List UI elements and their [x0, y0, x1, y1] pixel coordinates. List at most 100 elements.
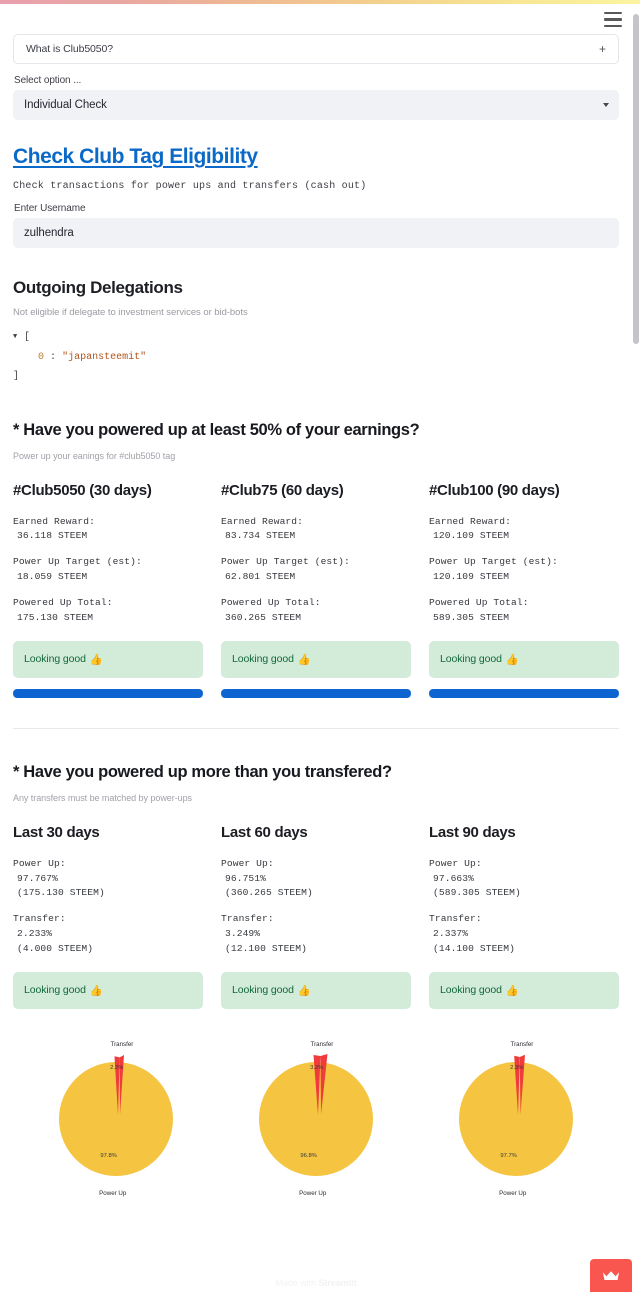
club-column: #Club100 (90 days) Earned Reward: 120.10…	[429, 482, 619, 698]
progress-bar	[221, 688, 411, 698]
footer-prefix: Made with	[275, 1278, 319, 1288]
hamburger-bar	[604, 18, 622, 21]
json-value: "japansteemit"	[62, 351, 147, 363]
app-root: What is Club5050? + Select option ... In…	[0, 0, 640, 1296]
period-stats: Power Up: 97.663% (589.305 STEEM) Transf…	[429, 857, 619, 957]
select-label: Select option ...	[14, 75, 82, 86]
progress-fill	[13, 688, 203, 698]
status-badge: Looking good 👍	[429, 640, 619, 678]
scrollbar-thumb[interactable]	[633, 14, 639, 344]
json-close-bracket: ]	[13, 371, 20, 382]
period-stats: Power Up: 97.767% (175.130 STEEM) Transf…	[13, 857, 203, 957]
json-viewer[interactable]: ▼ [ 0 : "japansteemit" ]	[13, 328, 619, 387]
collapse-triangle-icon[interactable]: ▼	[13, 328, 24, 346]
option-select[interactable]: Individual Check	[13, 90, 619, 120]
gradient-loading-bar	[0, 0, 640, 4]
power-up-target-value: 18.059 STEEM	[17, 571, 88, 583]
status-text: Looking good	[232, 653, 294, 666]
power-up-label: Power Up:	[221, 857, 274, 869]
footer: Made with Streamlit	[0, 1278, 632, 1288]
progress-fill	[221, 688, 411, 698]
period-stats: Power Up: 96.751% (360.265 STEEM) Transf…	[221, 857, 411, 957]
thumbs-up-icon: 👍	[89, 653, 103, 666]
page-subtitle: Check transactions for power ups and tra…	[13, 181, 367, 192]
pie-chart[interactable]: Transfer 3.2% 96.8% Power Up	[216, 1031, 416, 1203]
pie-datalabel-power-up: 97.8%	[100, 1152, 117, 1159]
username-label: Enter Username	[14, 203, 86, 214]
thumbs-up-icon: 👍	[297, 653, 311, 666]
json-root-row[interactable]: ▼ [	[13, 328, 619, 348]
thumbs-up-icon: 👍	[297, 984, 311, 997]
delegations-heading: Outgoing Delegations	[13, 278, 183, 297]
earned-reward-value: 83.734 STEEM	[225, 530, 296, 542]
footer-brand[interactable]: Streamlit	[318, 1278, 356, 1288]
thumbs-up-icon: 👍	[505, 984, 519, 997]
transfer-percent: 3.249%	[225, 928, 261, 940]
pie-chart-svg	[258, 1053, 373, 1176]
status-text: Looking good	[440, 984, 502, 997]
period-column-title: Last 30 days	[13, 823, 100, 841]
power-up-target-value: 62.801 STEEM	[225, 571, 296, 583]
power-up-target-label: Power Up Target (est):	[429, 556, 558, 568]
power-up-target-label: Power Up Target (est):	[13, 556, 142, 568]
crown-fab-button[interactable]	[590, 1259, 632, 1292]
pie-chart[interactable]: Transfer 2.3% 97.7% Power Up	[416, 1031, 616, 1203]
power-up-percent: 96.751%	[225, 872, 267, 884]
select-selected-value: Individual Check	[24, 99, 107, 111]
delegations-caption: Not eligible if delegate to investment s…	[13, 307, 248, 318]
pie-chart-svg	[458, 1054, 573, 1176]
json-entry: 0 : "japansteemit"	[13, 348, 619, 368]
powered-up-total-label: Powered Up Total:	[221, 596, 321, 608]
chevron-down-icon[interactable]	[603, 103, 609, 107]
earned-reward-value: 120.109 STEEM	[433, 530, 510, 542]
power-up-amount: (175.130 STEEM)	[17, 887, 105, 899]
pie-datalabel-transfer: 2.3%	[510, 1064, 524, 1071]
status-text: Looking good	[24, 653, 86, 666]
crown-icon	[603, 1270, 619, 1280]
powered-up-total-value: 589.305 STEEM	[433, 611, 510, 623]
period-column-title: Last 90 days	[429, 823, 516, 841]
earned-reward-label: Earned Reward:	[221, 515, 304, 527]
power-up-percent: 97.767%	[17, 872, 59, 884]
pie-chart[interactable]: Transfer 2.2% 97.8% Power Up	[16, 1031, 216, 1203]
status-badge: Looking good 👍	[13, 640, 203, 678]
progress-bar	[429, 688, 619, 698]
period-column-title: Last 60 days	[221, 823, 308, 841]
pie-chart-svg	[58, 1054, 173, 1176]
pie-datalabel-transfer: 3.2%	[310, 1064, 324, 1071]
transfer-label: Transfer:	[13, 913, 66, 925]
section-divider	[13, 727, 619, 729]
transfer-label: Transfer:	[429, 913, 482, 925]
status-badge: Looking good 👍	[429, 971, 619, 1009]
club-stats: Earned Reward: 83.734 STEEM Power Up Tar…	[221, 515, 411, 626]
page-content: What is Club5050? + Select option ... In…	[0, 0, 632, 1203]
transfer-amount: (12.100 STEEM)	[225, 942, 308, 954]
expander-what-is-club5050[interactable]: What is Club5050? +	[13, 34, 619, 64]
power-up-target-label: Power Up Target (est):	[221, 556, 350, 568]
expander-label: What is Club5050?	[26, 43, 114, 55]
thumbs-up-icon: 👍	[505, 653, 519, 666]
period-column: Last 30 days Power Up: 97.767% (175.130 …	[13, 824, 203, 1009]
pie-datalabel-power-up: 96.8%	[300, 1152, 317, 1159]
club-column-title: #Club5050 (30 days)	[13, 481, 152, 499]
powered-up-total-value: 175.130 STEEM	[17, 611, 94, 623]
username-input[interactable]	[13, 218, 619, 248]
json-open-bracket: [	[24, 332, 31, 343]
hamburger-bar	[604, 12, 622, 15]
page-title-link[interactable]: Check Club Tag Eligibility	[13, 145, 258, 169]
pie-label-power-up: Power Up	[299, 1189, 327, 1197]
status-text: Looking good	[440, 653, 502, 666]
hamburger-bar	[604, 24, 622, 27]
earned-reward-value: 36.118 STEEM	[17, 530, 88, 542]
status-badge: Looking good 👍	[13, 971, 203, 1009]
plus-icon[interactable]: +	[599, 43, 607, 55]
status-text: Looking good	[232, 984, 294, 997]
powered-up-total-label: Powered Up Total:	[13, 596, 113, 608]
hamburger-menu-icon[interactable]	[604, 12, 622, 27]
